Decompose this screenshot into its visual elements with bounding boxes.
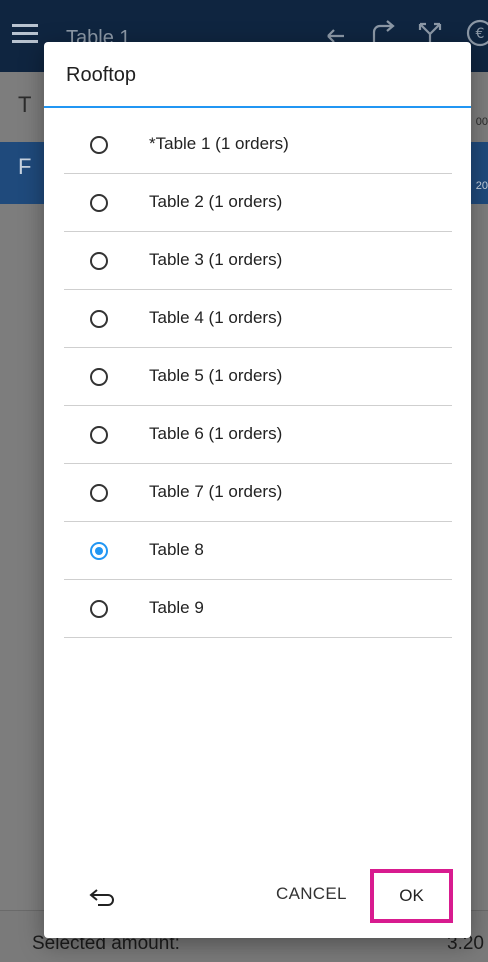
list-item[interactable]: Table 2 (1 orders) [64, 174, 452, 232]
list-item-label: *Table 1 (1 orders) [149, 134, 289, 153]
list-item[interactable]: Table 9 [64, 580, 452, 638]
radio-button[interactable] [90, 484, 108, 502]
list-item-label: Table 8 [149, 540, 204, 559]
ok-button[interactable]: OK [370, 869, 453, 923]
list-item[interactable]: Table 3 (1 orders) [64, 232, 452, 290]
background-row-text: T [18, 92, 32, 117]
list-item[interactable]: Table 5 (1 orders) [64, 348, 452, 406]
svg-text:€: € [476, 26, 485, 42]
list-item-label: Table 7 (1 orders) [149, 482, 283, 501]
list-item-label: Table 6 (1 orders) [149, 424, 283, 443]
radio-button[interactable] [90, 194, 108, 212]
background-row-value: 20 [475, 180, 488, 192]
radio-button[interactable] [90, 600, 108, 618]
list-item[interactable]: Table 4 (1 orders) [64, 290, 452, 348]
background-row-text: F [18, 154, 32, 179]
list-item-label: Table 3 (1 orders) [149, 250, 283, 269]
list-item-label: Table 9 [149, 598, 204, 617]
radio-button[interactable] [90, 310, 108, 328]
list-item[interactable]: Table 7 (1 orders) [64, 464, 452, 522]
radio-button[interactable] [90, 252, 108, 270]
table-select-dialog: Rooftop *Table 1 (1 orders) Table 2 (1 o… [44, 42, 471, 938]
radio-button[interactable] [90, 368, 108, 386]
table-list: *Table 1 (1 orders) Table 2 (1 orders) T… [64, 116, 452, 638]
list-item-selected[interactable]: Table 8 [64, 522, 452, 580]
dialog-title: Rooftop [66, 64, 137, 86]
list-item-label: Table 4 (1 orders) [149, 308, 283, 327]
list-item[interactable]: *Table 1 (1 orders) [64, 116, 452, 174]
radio-button-checked[interactable] [90, 542, 108, 560]
back-arrow-icon[interactable] [88, 885, 118, 909]
list-item-label: Table 2 (1 orders) [149, 192, 283, 211]
background-row-value: 00 [475, 116, 488, 128]
radio-button[interactable] [90, 136, 108, 154]
list-item-label: Table 5 (1 orders) [149, 366, 283, 385]
title-divider [44, 106, 471, 108]
cancel-button[interactable]: CANCEL [276, 884, 347, 904]
hamburger-icon[interactable] [12, 24, 38, 48]
list-item[interactable]: Table 6 (1 orders) [64, 406, 452, 464]
radio-button[interactable] [90, 426, 108, 444]
